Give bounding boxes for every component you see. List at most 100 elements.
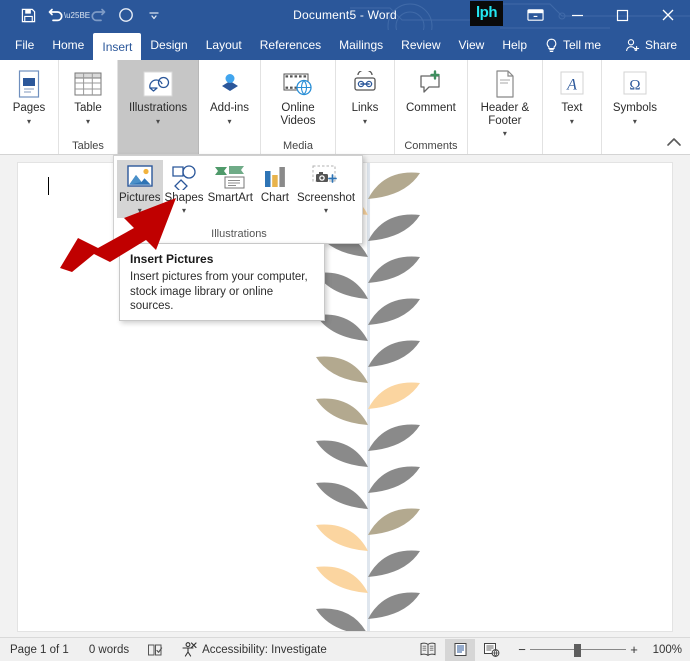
- collapse-ribbon-icon[interactable]: [666, 137, 682, 150]
- status-bar-right: − + 100%: [411, 638, 690, 661]
- pictures-icon: [123, 162, 157, 192]
- watermark-logo: lph: [470, 1, 503, 26]
- maximize-icon[interactable]: [600, 0, 645, 30]
- zoom-level-label[interactable]: 100%: [648, 644, 690, 656]
- ribbon-group-illustrations[interactable]: Illustrations ▾: [118, 60, 199, 154]
- tell-me-box[interactable]: Tell me: [536, 30, 610, 60]
- illustrations-label: Illustrations: [129, 102, 188, 114]
- zoom-slider[interactable]: [530, 643, 626, 657]
- text-caret-icon[interactable]: ▾: [570, 116, 574, 127]
- ribbon-display-options-icon[interactable]: [515, 0, 555, 30]
- table-button[interactable]: Table ▾: [65, 65, 111, 129]
- web-layout-icon[interactable]: [475, 638, 508, 661]
- text-label: Text: [561, 102, 583, 114]
- lightbulb-icon: [545, 38, 558, 53]
- ribbon-group-pages: Pages ▾: [0, 60, 59, 154]
- svg-text:Ω: Ω: [629, 77, 640, 93]
- addins-button[interactable]: Add-ins ▾: [205, 65, 254, 129]
- text-cursor: [48, 177, 49, 195]
- addins-caret-icon[interactable]: ▾: [227, 116, 231, 127]
- vine-leaf: [368, 592, 420, 619]
- share-button[interactable]: Share: [616, 30, 686, 60]
- ribbon-group-label: Comments: [404, 140, 458, 152]
- minimize-icon[interactable]: [555, 0, 600, 30]
- chart-icon: [258, 162, 292, 192]
- addins-label: Add-ins: [210, 102, 249, 114]
- header-footer-caret-icon[interactable]: ▾: [503, 128, 507, 139]
- smartart-button[interactable]: SmartArt: [206, 160, 255, 206]
- chart-label: Chart: [260, 192, 289, 204]
- ribbon-group-label: Media: [283, 140, 313, 152]
- tab-mailings[interactable]: Mailings: [330, 30, 392, 60]
- addins-icon: [212, 67, 248, 100]
- comment-button[interactable]: Comment: [401, 65, 461, 117]
- symbols-button[interactable]: Ω Symbols ▾: [608, 65, 662, 129]
- screenshot-button[interactable]: Screenshot ▾: [295, 160, 357, 218]
- links-button[interactable]: Links ▾: [342, 65, 388, 129]
- online-video-button[interactable]: Online Videos: [267, 65, 329, 129]
- circle-icon[interactable]: [112, 1, 140, 29]
- accessibility-label: Accessibility: Investigate: [202, 643, 327, 656]
- tab-label: Help: [502, 38, 527, 52]
- ribbon-group-addins: Add-ins ▾: [199, 60, 261, 154]
- vine-leaf: [316, 566, 368, 593]
- chart-button[interactable]: Chart: [255, 160, 295, 206]
- customize-quick-access-caret-icon[interactable]: [140, 1, 168, 29]
- tab-file[interactable]: File: [6, 30, 43, 60]
- links-caret-icon[interactable]: ▾: [363, 116, 367, 127]
- pages-button[interactable]: Pages ▾: [6, 65, 52, 129]
- proofing-errors-icon[interactable]: [139, 638, 171, 661]
- ribbon-group-text: A Text ▾: [543, 60, 602, 154]
- zoom-slider-thumb[interactable]: [574, 643, 581, 657]
- smartart-label: SmartArt: [207, 192, 253, 204]
- pages-caret-icon[interactable]: ▾: [27, 116, 31, 127]
- tab-review[interactable]: Review: [392, 30, 449, 60]
- word-window: \u25BE Document5 - Word lph File Home In…: [0, 0, 690, 661]
- table-caret-icon[interactable]: ▾: [86, 116, 90, 127]
- vine-leaf: [368, 340, 420, 367]
- header-footer-label: Header & Footer: [480, 102, 530, 127]
- close-icon[interactable]: [645, 0, 690, 30]
- tab-layout[interactable]: Layout: [197, 30, 251, 60]
- zoom-in-button[interactable]: +: [626, 642, 642, 657]
- read-mode-icon[interactable]: [411, 638, 445, 661]
- tab-label: View: [458, 38, 485, 52]
- header-footer-button[interactable]: Header & Footer ▾: [474, 65, 536, 141]
- ribbon-tab-strip: File Home Insert Design Layout Reference…: [0, 30, 690, 60]
- tab-view[interactable]: View: [450, 30, 494, 60]
- accessibility-status[interactable]: Accessibility: Investigate: [171, 638, 337, 661]
- tab-design[interactable]: Design: [141, 30, 196, 60]
- screenshot-caret-icon[interactable]: ▾: [324, 205, 328, 216]
- links-icon: [347, 67, 383, 100]
- illustrations-icon: [140, 67, 176, 100]
- vine-leaf: [316, 524, 368, 551]
- tab-help[interactable]: Help: [493, 30, 536, 60]
- tab-insert[interactable]: Insert: [93, 33, 142, 60]
- ribbon-group-header-footer: Header & Footer ▾: [468, 60, 543, 154]
- symbols-caret-icon[interactable]: ▾: [633, 116, 637, 127]
- print-layout-icon[interactable]: [445, 638, 475, 661]
- comment-label: Comment: [406, 102, 456, 114]
- header-footer-icon: [487, 67, 523, 100]
- save-icon[interactable]: [14, 1, 42, 29]
- word-count[interactable]: 0 words: [79, 638, 139, 661]
- illustrations-button[interactable]: Illustrations ▾: [124, 65, 192, 129]
- vine-leaf: [368, 424, 420, 451]
- tab-label: Mailings: [339, 38, 384, 52]
- zoom-out-button[interactable]: −: [514, 642, 530, 657]
- vine-leaf: [316, 482, 368, 509]
- vine-leaf: [368, 298, 420, 325]
- vine-leaf: [368, 466, 420, 493]
- pages-icon: [11, 67, 47, 100]
- ribbon-group-links: Links ▾: [336, 60, 395, 154]
- undo-dropdown-caret-icon[interactable]: \u25BE: [64, 1, 90, 29]
- table-icon: [70, 67, 106, 100]
- text-icon: A: [554, 67, 590, 100]
- illustrations-caret-icon[interactable]: ▾: [156, 116, 160, 127]
- shapes-caret-icon[interactable]: ▾: [182, 205, 186, 216]
- tab-references[interactable]: References: [251, 30, 330, 60]
- text-button[interactable]: A Text ▾: [549, 65, 595, 129]
- tab-home[interactable]: Home: [43, 30, 93, 60]
- tab-label: File: [15, 38, 35, 52]
- page-indicator[interactable]: Page 1 of 1: [0, 638, 79, 661]
